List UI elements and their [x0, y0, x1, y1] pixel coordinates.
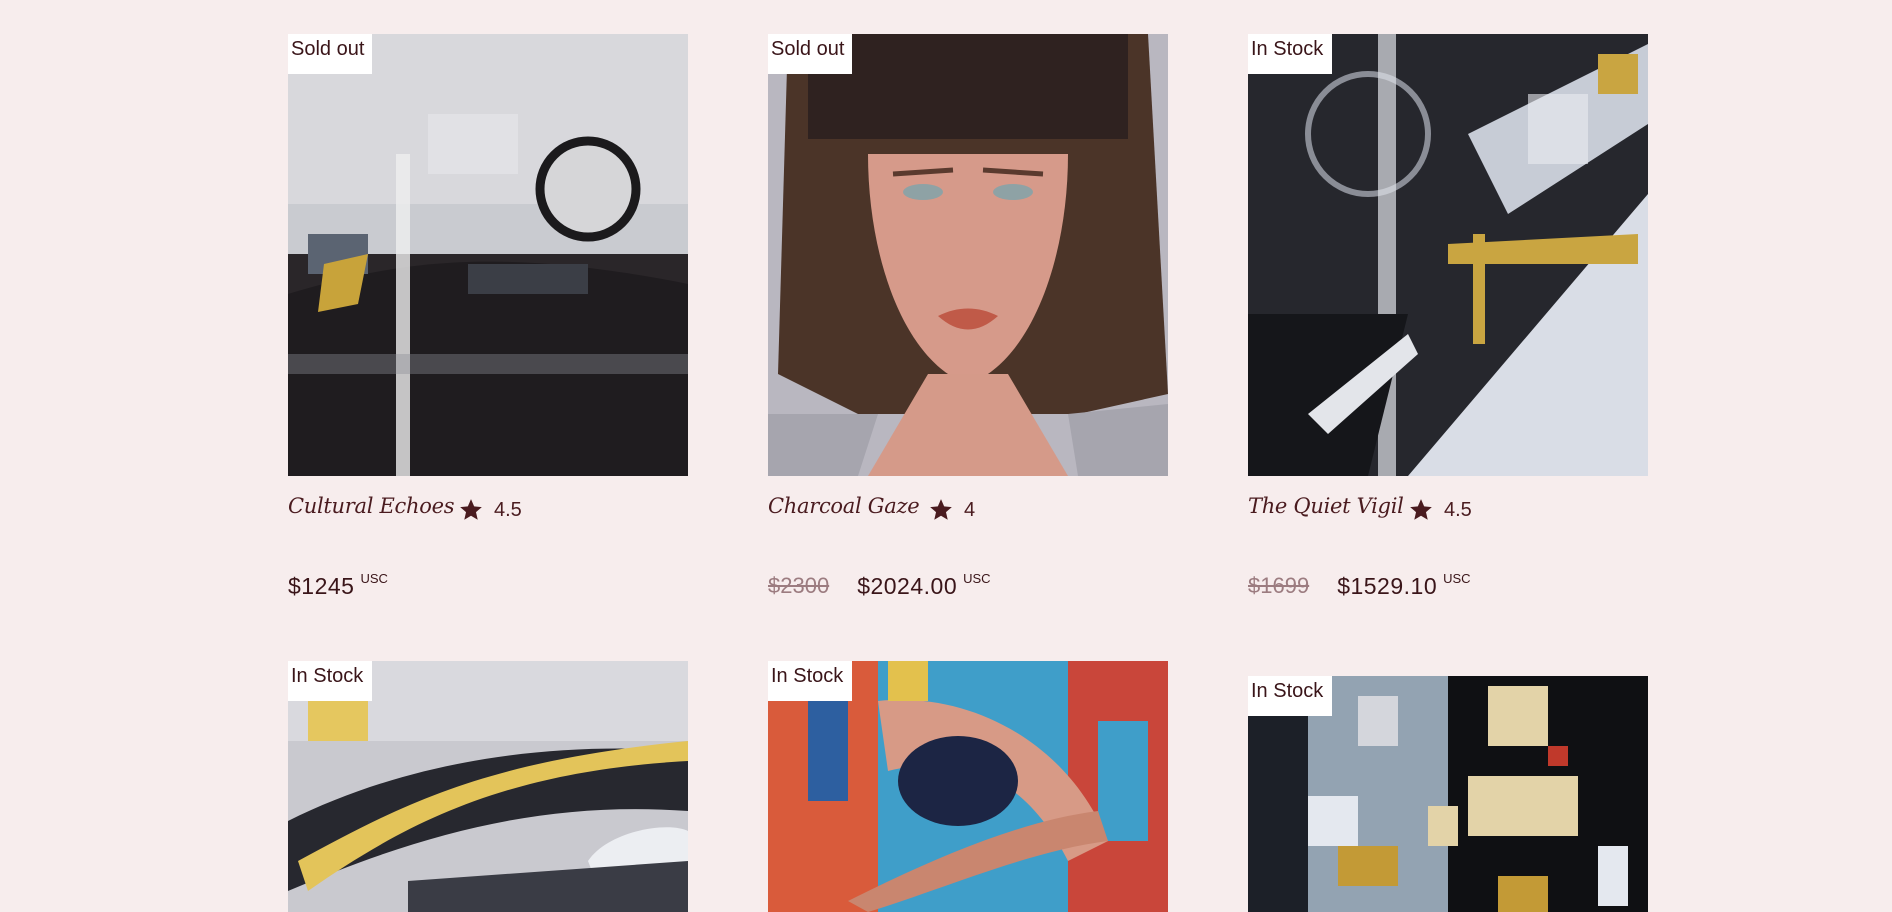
- rating-value: 4: [964, 498, 976, 521]
- product-meta: The Quiet Vigil 4.5 $1699 $1529.10 USC: [1248, 494, 1648, 599]
- price-row: $1699 $1529.10 USC: [1248, 571, 1471, 600]
- product-image[interactable]: [288, 34, 688, 476]
- rating-value: 4.5: [494, 498, 522, 521]
- currency-label: USC: [1443, 571, 1471, 586]
- star-icon: [930, 499, 952, 520]
- price-row: $2300 $2024.00 USC: [768, 571, 991, 600]
- star-icon: [1410, 499, 1432, 520]
- product-rating: 4: [928, 497, 975, 523]
- rating-value: 4.5: [1444, 498, 1472, 521]
- sale-price: $2024.00: [857, 573, 958, 599]
- product-meta: Charcoal Gaze 4 $2300 $2024.00 USC: [768, 494, 1168, 599]
- stock-badge: In Stock: [768, 661, 852, 701]
- currency-label: USC: [963, 571, 991, 586]
- product-rating: 4.5: [458, 497, 522, 523]
- sale-price: $1529.10: [1337, 573, 1438, 599]
- product-image[interactable]: [1248, 34, 1648, 476]
- sale-price: $1245: [288, 573, 355, 599]
- original-price: $2300: [768, 573, 830, 598]
- product-meta: Cultural Echoes 4.5 $1245 USC: [288, 494, 688, 599]
- currency-label: USC: [360, 571, 388, 586]
- product-image[interactable]: [768, 34, 1168, 476]
- stock-badge: Sold out: [768, 34, 852, 74]
- original-price: $1699: [1248, 573, 1310, 598]
- price-row: $1245 USC: [288, 571, 388, 600]
- stock-badge: In Stock: [1248, 676, 1332, 716]
- product-title[interactable]: The Quiet Vigil: [1248, 494, 1404, 518]
- stock-badge: In Stock: [288, 661, 372, 701]
- product-rating: 4.5: [1408, 497, 1472, 523]
- product-title[interactable]: Cultural Echoes: [288, 494, 454, 518]
- star-icon: [460, 499, 482, 520]
- stock-badge: Sold out: [288, 34, 372, 74]
- stock-badge: In Stock: [1248, 34, 1332, 74]
- product-title[interactable]: Charcoal Gaze: [768, 494, 920, 518]
